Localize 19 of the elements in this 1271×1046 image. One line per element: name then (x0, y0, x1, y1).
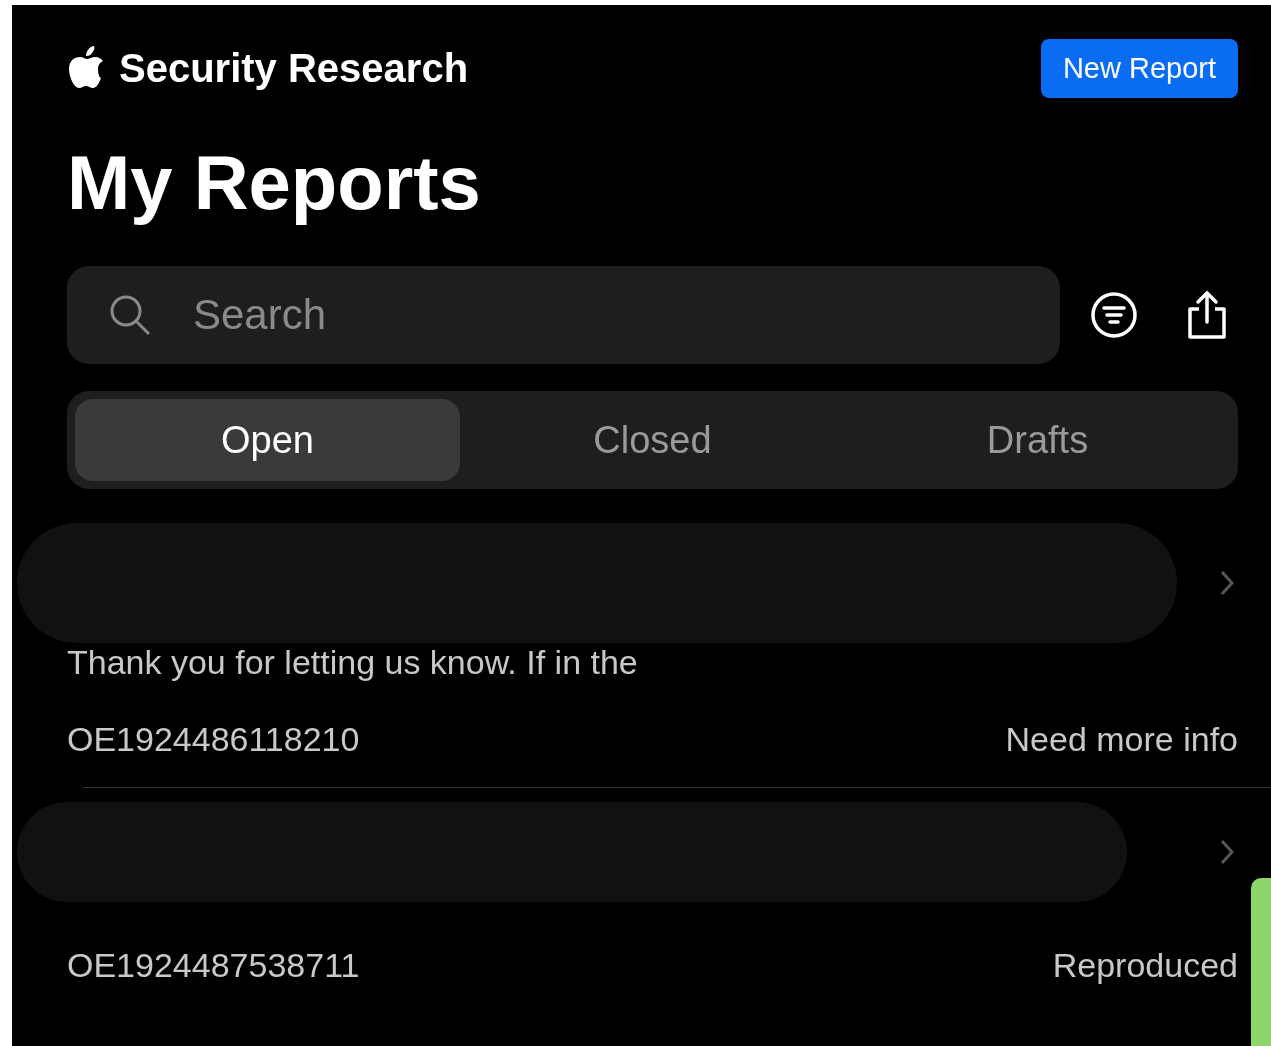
filter-icon[interactable] (1090, 291, 1138, 339)
report-id: OE1924487538711 (67, 946, 360, 985)
report-preview: Thank you for letting us know. If in the (67, 643, 639, 682)
report-status: Need more info (1005, 720, 1238, 759)
app-title: Security Research (119, 45, 469, 91)
share-icon[interactable] (1186, 290, 1228, 340)
chevron-icon[interactable] (1220, 839, 1234, 865)
report-id: OE1924486118210 (67, 720, 360, 759)
new-report-button[interactable]: New Report (1040, 38, 1238, 98)
segment-tab[interactable]: Drafts (845, 399, 1230, 481)
page-heading: My Reports (67, 139, 482, 227)
segment-tab[interactable]: Open (75, 399, 460, 481)
chevron-icon[interactable] (1220, 570, 1234, 596)
search-input[interactable]: Search (191, 290, 1060, 340)
segment-tab[interactable]: Closed (460, 399, 845, 481)
search-bar[interactable]: Search (67, 266, 1060, 364)
report-status: Reproduced (1052, 946, 1238, 985)
apple-logo-icon (67, 46, 105, 90)
search-icon (109, 294, 151, 336)
